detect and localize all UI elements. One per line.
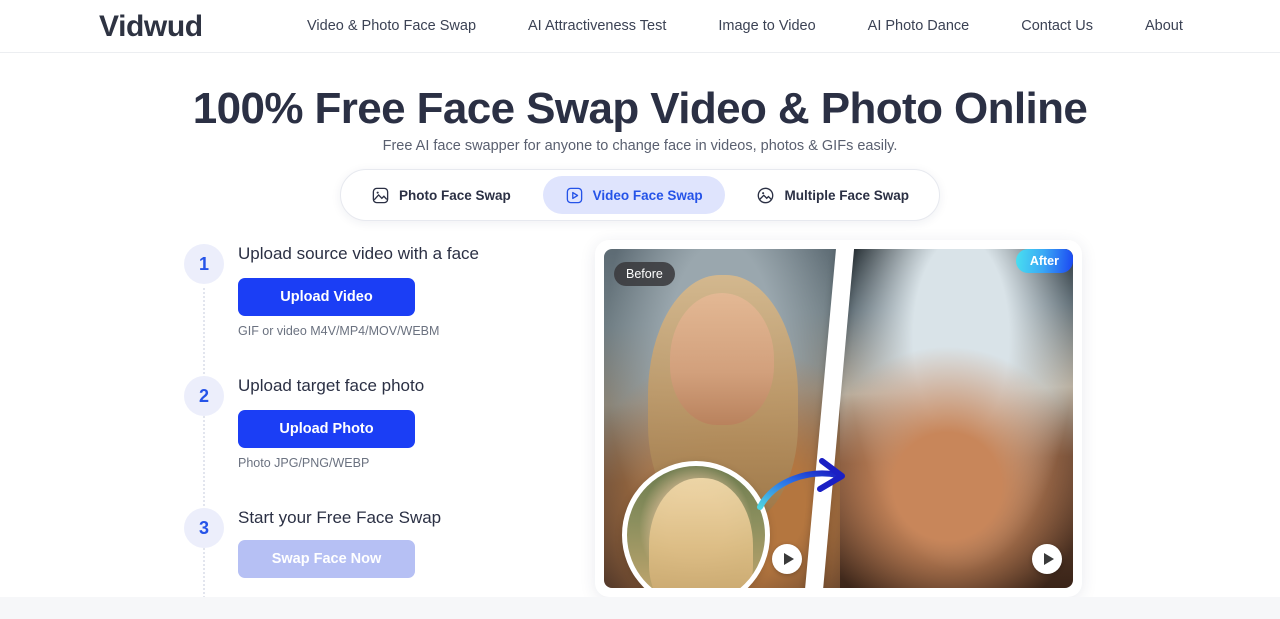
before-portrait-face	[670, 293, 774, 425]
before-after-preview-card: Before After	[595, 240, 1082, 597]
step-1-title: Upload source video with a face	[238, 244, 479, 263]
tab-video-face-swap[interactable]: Video Face Swap	[542, 176, 725, 214]
play-button-before[interactable]	[772, 544, 802, 574]
multi-image-circle-icon	[756, 186, 775, 205]
nav-link-video-photo-face-swap[interactable]: Video & Photo Face Swap	[307, 0, 476, 53]
step-1-format-hint: GIF or video M4V/MP4/MOV/WEBM	[238, 324, 440, 338]
step-2-format-hint: Photo JPG/PNG/WEBP	[238, 456, 370, 470]
before-label-badge: Before	[614, 262, 675, 286]
upload-video-button[interactable]: Upload Video	[238, 278, 415, 316]
nav-link-about[interactable]: About	[1145, 0, 1183, 53]
site-logo[interactable]: Vidwud	[99, 9, 203, 45]
play-icon	[1043, 553, 1054, 565]
step-2-number-badge: 2	[184, 376, 224, 416]
page-subtitle: Free AI face swapper for anyone to chang…	[382, 138, 898, 154]
tab-photo-face-swap[interactable]: Photo Face Swap	[349, 176, 533, 214]
page-title: 100% Free Face Swap Video & Photo Online	[192, 84, 1088, 133]
step-2-title: Upload target face photo	[238, 376, 425, 395]
page-root: Vidwud Video & Photo Face Swap AI Attrac…	[0, 0, 1280, 619]
tab-multiple-face-swap[interactable]: Multiple Face Swap	[734, 176, 931, 214]
nav-link-ai-attractiveness-test[interactable]: AI Attractiveness Test	[528, 0, 666, 53]
play-icon	[783, 553, 794, 565]
step-3-number-badge: 3	[184, 508, 224, 548]
steps-connector-line	[203, 288, 205, 619]
upload-photo-button[interactable]: Upload Photo	[238, 410, 415, 448]
nav-link-image-to-video[interactable]: Image to Video	[718, 0, 815, 53]
nav-link-contact-us[interactable]: Contact Us	[1021, 0, 1093, 53]
after-label-badge: After	[1015, 249, 1073, 273]
swap-arrow-icon	[757, 458, 845, 510]
thumbnail-face	[667, 492, 733, 580]
page-bottom-band	[0, 597, 1280, 619]
step-1-number-badge: 1	[184, 244, 224, 284]
tab-label-video-face-swap: Video Face Swap	[592, 187, 703, 203]
swap-face-now-button[interactable]: Swap Face Now	[238, 540, 415, 578]
tab-label-multiple-face-swap: Multiple Face Swap	[784, 187, 909, 203]
tab-label-photo-face-swap: Photo Face Swap	[399, 187, 511, 203]
after-pane	[840, 249, 1073, 588]
step-3-title: Start your Free Face Swap	[238, 508, 442, 527]
image-icon	[371, 186, 390, 205]
preview-inner: Before After	[604, 249, 1073, 588]
play-button-after[interactable]	[1032, 544, 1062, 574]
video-play-icon	[565, 186, 584, 205]
top-navigation-bar: Vidwud Video & Photo Face Swap AI Attrac…	[0, 0, 1280, 53]
nav-links: Video & Photo Face Swap AI Attractivenes…	[307, 0, 1183, 53]
face-swap-mode-tabs: Photo Face Swap Video Face Swap Multiple…	[340, 169, 940, 221]
nav-link-ai-photo-dance[interactable]: AI Photo Dance	[868, 0, 970, 53]
